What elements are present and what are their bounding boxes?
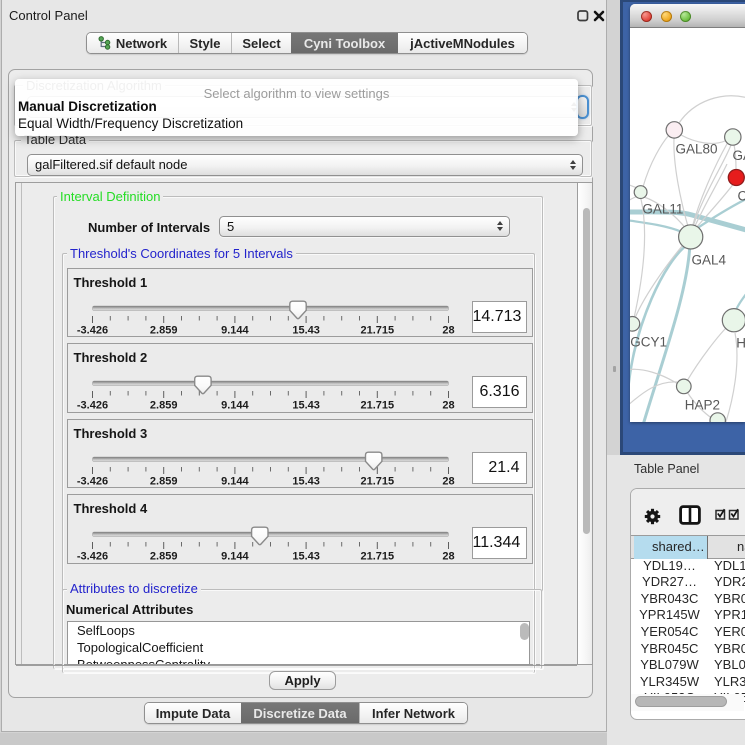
svg-text:2.859: 2.859 [149,475,177,487]
svg-text:21.715: 21.715 [360,400,394,412]
svg-text:15.43: 15.43 [292,400,320,412]
svg-text:28: 28 [442,324,454,336]
svg-text:15.43: 15.43 [292,551,320,563]
svg-text:2.859: 2.859 [149,400,177,412]
svg-text:GAL4: GAL4 [692,253,727,268]
svg-text:2.859: 2.859 [149,324,177,336]
svg-text:15.43: 15.43 [292,324,320,336]
svg-text:-3.426: -3.426 [76,324,107,336]
svg-text:9.144: 9.144 [221,475,249,487]
svg-text:2.859: 2.859 [149,551,177,563]
svg-text:21.715: 21.715 [360,475,394,487]
svg-text:HAP2: HAP2 [685,398,720,413]
svg-text:C: C [738,189,745,204]
svg-text:GAL80: GAL80 [676,142,718,157]
svg-text:28: 28 [442,475,454,487]
svg-text:-3.426: -3.426 [76,400,107,412]
svg-text:GAL11: GAL11 [642,202,683,217]
svg-text:9.144: 9.144 [221,400,249,412]
svg-text:-3.426: -3.426 [76,475,107,487]
svg-text:21.715: 21.715 [360,551,394,563]
svg-text:9.144: 9.144 [221,551,249,563]
svg-text:-3.426: -3.426 [76,551,107,563]
svg-text:15.43: 15.43 [292,475,320,487]
svg-text:9.144: 9.144 [221,324,249,336]
svg-text:H: H [736,336,745,351]
svg-text:GAL: GAL [733,148,745,163]
svg-text:GCY1: GCY1 [630,335,667,350]
svg-text:28: 28 [442,551,454,563]
svg-text:21.715: 21.715 [360,324,394,336]
svg-text:28: 28 [442,400,454,412]
